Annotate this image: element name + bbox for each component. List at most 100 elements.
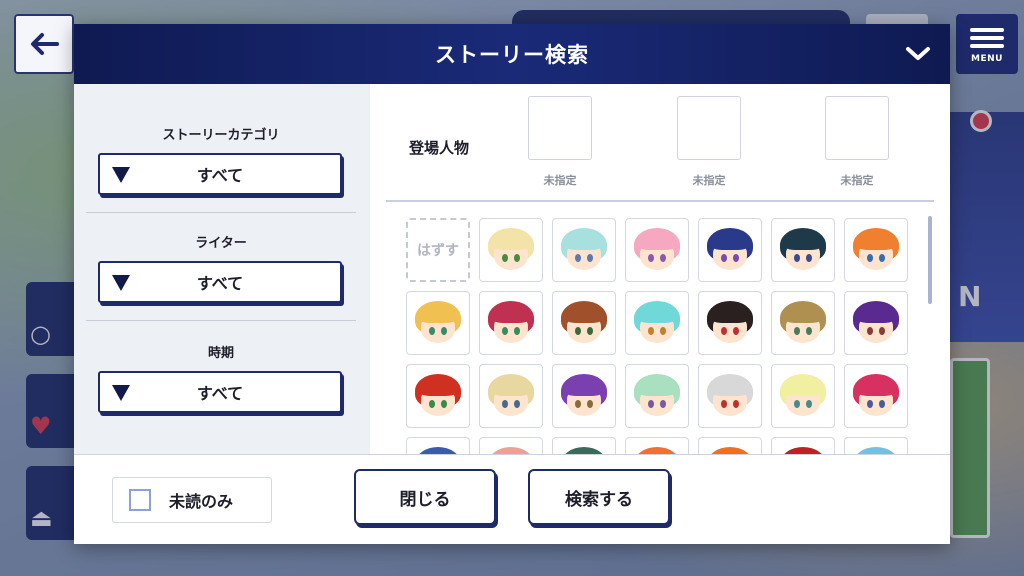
period-filter: 時期 すべて: [86, 342, 356, 413]
writer-label: ライター: [195, 236, 247, 251]
character-slot-1[interactable]: [528, 96, 592, 160]
character-icon[interactable]: [698, 218, 762, 282]
menu-button[interactable]: MENU: [956, 14, 1018, 74]
modal-header: ストーリー検索: [74, 24, 950, 84]
back-button[interactable]: [14, 14, 74, 74]
divider: [86, 212, 356, 213]
menu-label: MENU: [971, 54, 1003, 64]
character-icon[interactable]: [771, 437, 835, 454]
triangle-down-icon: [112, 385, 130, 401]
character-icon[interactable]: [479, 364, 543, 428]
arrow-left-icon: [31, 33, 59, 55]
character-face-icon: [780, 374, 826, 418]
grid-scrollbar[interactable]: [928, 216, 932, 304]
character-face-icon: [780, 301, 826, 345]
divider: [386, 200, 934, 202]
triangle-down-icon: [112, 275, 130, 291]
character-face-icon: [707, 447, 753, 454]
character-face-icon: [561, 228, 607, 272]
character-face-icon: [634, 447, 680, 454]
character-face-icon: [853, 228, 899, 272]
character-face-icon: [561, 447, 607, 454]
character-icon[interactable]: [698, 437, 762, 454]
category-label: ストーリーカテゴリ: [162, 128, 280, 143]
character-grid: はずす: [404, 216, 914, 454]
character-icon[interactable]: [552, 218, 616, 282]
divider: [86, 320, 356, 321]
writer-filter: ライター すべて: [86, 232, 356, 303]
character-icon[interactable]: [552, 364, 616, 428]
character-icon[interactable]: [771, 291, 835, 355]
hamburger-icon: [970, 24, 1004, 52]
writer-dropdown[interactable]: すべて: [98, 261, 342, 303]
character-face-icon: [488, 228, 534, 272]
character-icon[interactable]: [771, 218, 835, 282]
character-icon[interactable]: [625, 364, 689, 428]
filter-panel: ストーリーカテゴリ すべて ライター すべて 時期 すべて: [74, 84, 370, 454]
character-icon[interactable]: [479, 437, 543, 454]
character-icon[interactable]: [771, 364, 835, 428]
character-icon[interactable]: [552, 291, 616, 355]
slot-3-label: 未指定: [840, 174, 874, 187]
character-face-icon: [415, 447, 461, 454]
character-icon[interactable]: [844, 437, 908, 454]
character-face-icon: [634, 301, 680, 345]
story-search-modal: ストーリー検索 ストーリーカテゴリ すべて ライター すべて 時期 すべて 登場…: [74, 24, 950, 544]
period-value: すべて: [196, 384, 244, 403]
slot-1-label: 未指定: [543, 174, 577, 187]
character-face-icon: [707, 301, 753, 345]
period-dropdown[interactable]: すべて: [98, 371, 342, 413]
clear-selection-button[interactable]: はずす: [406, 218, 470, 282]
character-face-icon: [853, 447, 899, 454]
character-face-icon: [707, 228, 753, 272]
character-icon[interactable]: [406, 291, 470, 355]
character-face-icon: [780, 447, 826, 454]
character-icon[interactable]: [479, 291, 543, 355]
close-button[interactable]: 閉じる: [354, 469, 496, 525]
modal-title: ストーリー検索: [435, 43, 589, 67]
character-icon[interactable]: [698, 364, 762, 428]
character-icon[interactable]: [625, 218, 689, 282]
character-icon[interactable]: [698, 291, 762, 355]
character-icon[interactable]: [406, 364, 470, 428]
character-face-icon: [415, 374, 461, 418]
character-face-icon: [634, 374, 680, 418]
unread-label: 未読のみ: [169, 492, 234, 511]
chevron-down-icon: [906, 47, 930, 60]
character-face-icon: [634, 228, 680, 272]
character-face-icon: [853, 301, 899, 345]
character-icon[interactable]: [844, 291, 908, 355]
clear-label: はずす: [417, 243, 459, 259]
character-face-icon: [707, 374, 753, 418]
character-icon[interactable]: [844, 364, 908, 428]
period-label: 時期: [207, 346, 234, 361]
writer-value: すべて: [196, 274, 244, 293]
unread-checkbox[interactable]: [129, 489, 151, 511]
character-icon[interactable]: [625, 437, 689, 454]
character-face-icon: [780, 228, 826, 272]
character-icon[interactable]: [552, 437, 616, 454]
character-icon[interactable]: [406, 437, 470, 454]
character-face-icon: [561, 301, 607, 345]
category-dropdown[interactable]: すべて: [98, 153, 342, 195]
character-slot-3[interactable]: [825, 96, 889, 160]
character-face-icon: [488, 374, 534, 418]
character-slot-2[interactable]: [677, 96, 741, 160]
search-button[interactable]: 検索する: [528, 469, 670, 525]
character-face-icon: [853, 374, 899, 418]
unread-only-toggle[interactable]: 未読のみ: [112, 477, 272, 523]
character-icon[interactable]: [479, 218, 543, 282]
category-value: すべて: [196, 166, 244, 185]
characters-label: 登場人物: [409, 139, 470, 157]
triangle-down-icon: [112, 167, 130, 183]
character-face-icon: [488, 301, 534, 345]
character-face-icon: [415, 301, 461, 345]
character-icon[interactable]: [625, 291, 689, 355]
character-icon[interactable]: [844, 218, 908, 282]
character-face-icon: [561, 374, 607, 418]
modal-footer: 未読のみ 閉じる 検索する: [74, 454, 950, 544]
collapse-button[interactable]: [904, 42, 932, 66]
character-face-icon: [488, 447, 534, 454]
slot-2-label: 未指定: [692, 174, 726, 187]
category-filter: ストーリーカテゴリ すべて: [86, 124, 356, 195]
